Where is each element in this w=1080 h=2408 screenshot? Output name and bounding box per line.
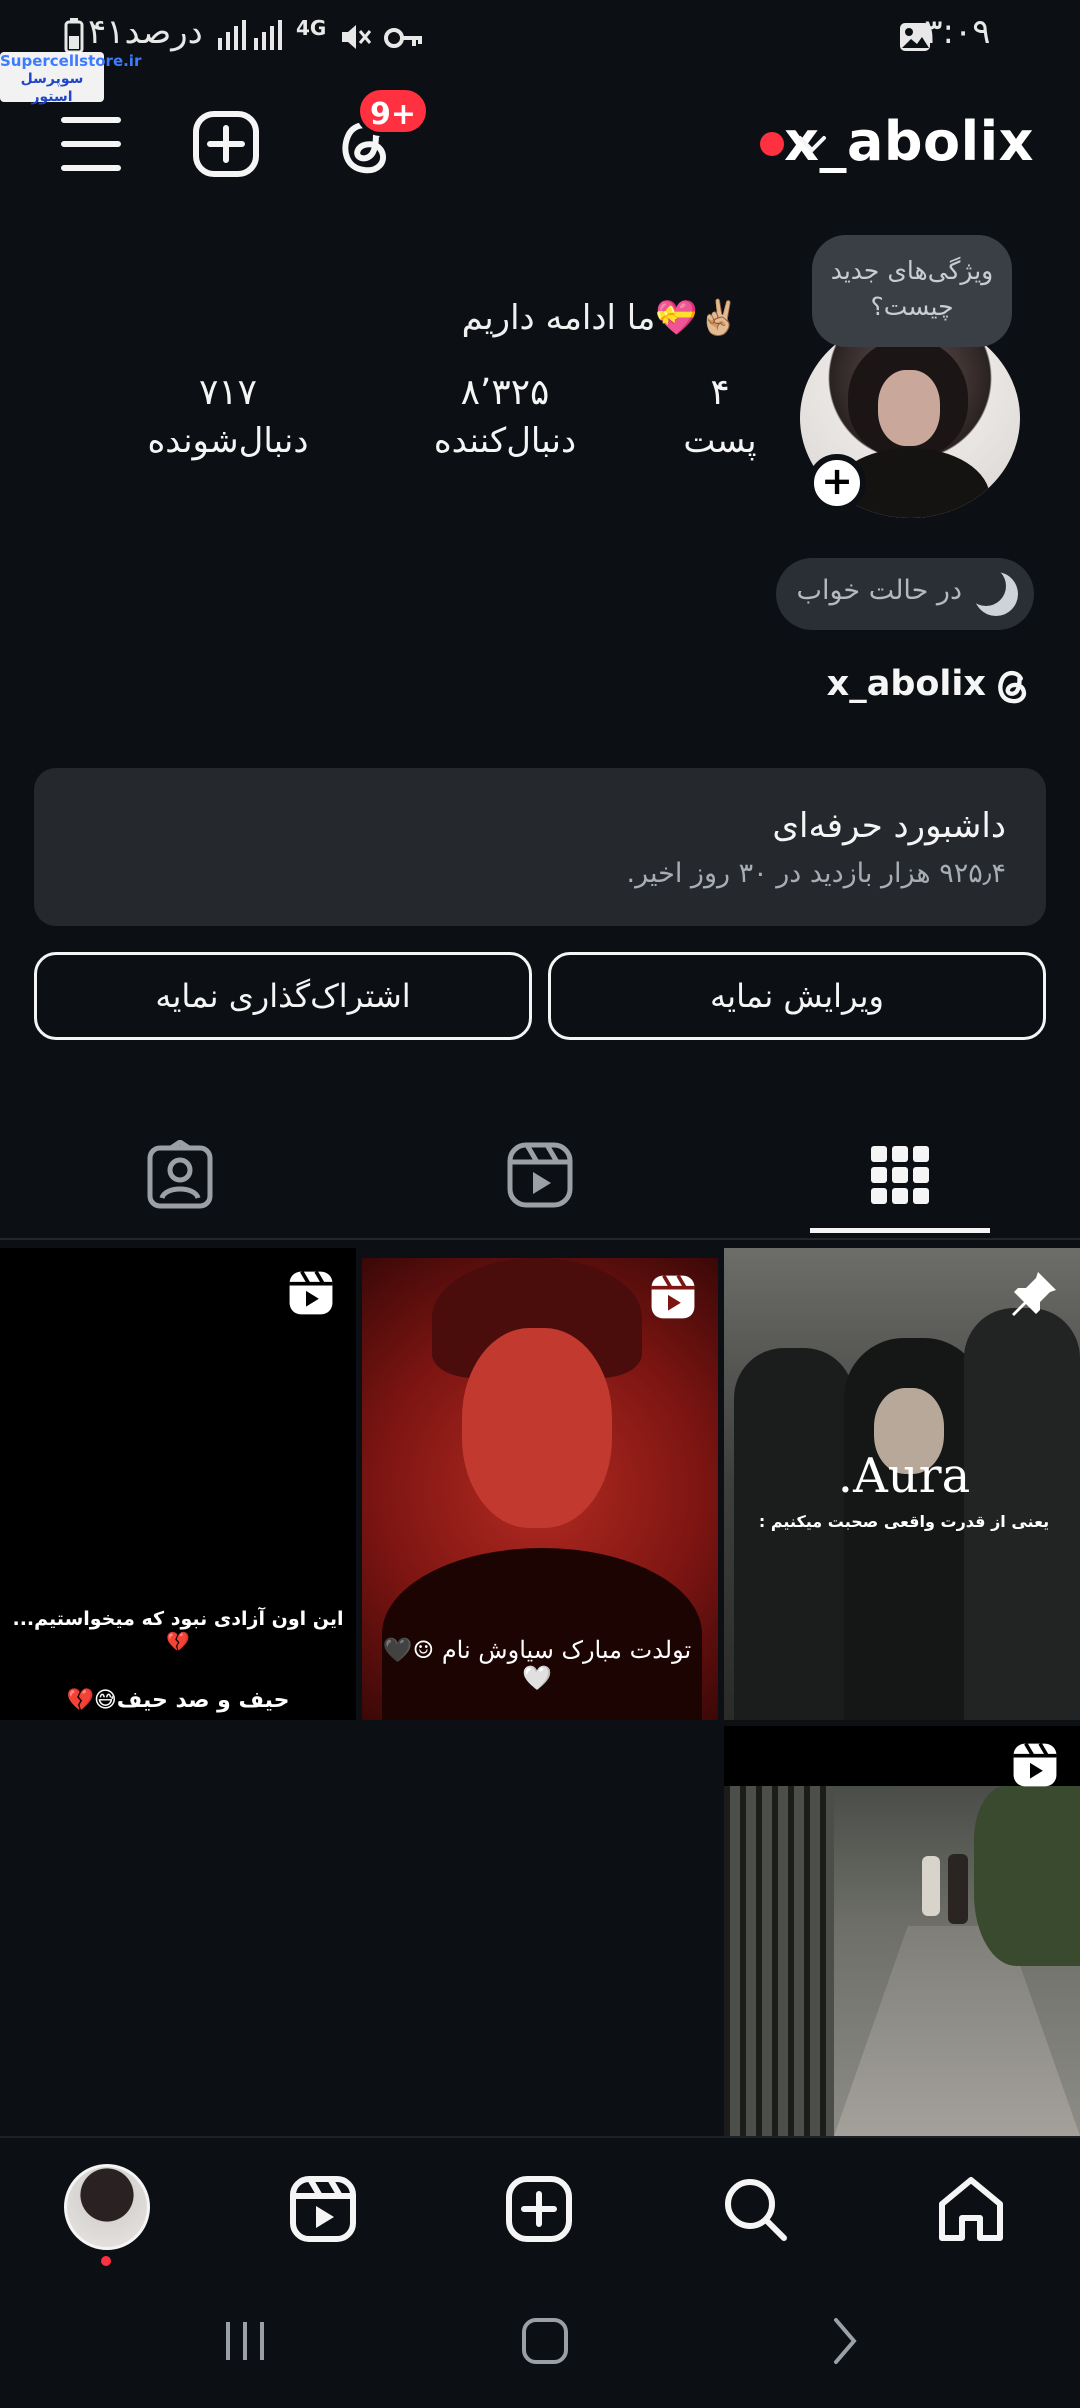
stat-followers-label: دنبال‌کننده (433, 421, 577, 461)
nav-search-icon[interactable] (720, 2174, 790, 2244)
watermark-line1: Supercellstore.ir (0, 52, 142, 70)
add-story-button[interactable]: + (808, 454, 866, 512)
post-caption-line1: این اون آزادی نبود که میخواستیم... 💔 (12, 1608, 344, 1653)
account-status-dot (760, 132, 784, 156)
post-caption-title: Aura. (837, 1448, 971, 1504)
vpn-key-icon (384, 28, 422, 48)
reel-icon (289, 1270, 333, 1315)
reel-icon (1013, 1742, 1057, 1787)
professional-dashboard[interactable]: داشبورد حرفه‌ای ۹۲۵٫۴ هزار بازدید در ۳۰ … (34, 768, 1046, 926)
stat-following-label: دنبال‌شونده (147, 421, 309, 461)
active-tab-indicator (810, 1228, 990, 1233)
post-caption-sub: یعنی از قدرت واقعی صحبت میکنیم : (758, 1512, 1050, 1531)
post-face (462, 1328, 612, 1528)
dashboard-subtitle: ۹۲۵٫۴ هزار بازدید در ۳۰ روز اخیر. (626, 858, 1006, 889)
new-features-tooltip[interactable]: ویژگی‌های جدید چیست؟ (812, 235, 1012, 347)
menu-icon[interactable] (60, 114, 122, 174)
bottom-nav (0, 2136, 1080, 2276)
post-caption: تولدت مبارک سیاوش نام ☺🖤🤍 (382, 1636, 692, 1692)
battery-percent: ۴۱درصد (88, 12, 203, 52)
post-birthday[interactable]: تولدت مبارک سیاوش نام ☺🖤🤍 (362, 1258, 718, 1720)
nav-profile-dot (101, 2256, 111, 2266)
stat-followers[interactable]: ۸٬۳۲۵ دنبال‌کننده (400, 372, 610, 461)
dashboard-title: داشبورد حرفه‌ای (772, 806, 1006, 846)
system-navigation-bar (0, 2276, 1080, 2408)
post-person (922, 1856, 940, 1916)
post-fence (724, 1786, 834, 2136)
create-icon[interactable] (192, 110, 260, 178)
share-profile-button[interactable]: اشتراک‌گذاری نمایه (34, 952, 532, 1040)
post-street[interactable] (724, 1726, 1080, 2136)
profile-note: ✌🏼💝ما ادامه داریم (461, 298, 740, 338)
chevron-down-icon[interactable] (794, 126, 830, 162)
moon-icon (966, 566, 1018, 616)
network-type: 4G (296, 16, 327, 40)
stat-posts[interactable]: ۴ پست (660, 372, 780, 461)
recent-apps-icon[interactable] (220, 2316, 270, 2366)
stat-following-value: ۷۱۷ (198, 372, 257, 413)
mute-icon (342, 25, 372, 49)
pin-icon (1012, 1272, 1056, 1316)
notification-badge: 9+ (356, 86, 431, 136)
post-shirt (382, 1548, 702, 1720)
stat-following[interactable]: ۷۱۷ دنبال‌شونده (128, 372, 328, 461)
status-pill[interactable]: در حالت خواب (776, 558, 1034, 630)
threads-handle[interactable]: x_abolix (827, 664, 986, 704)
reels-tab-icon[interactable] (505, 1140, 575, 1210)
back-icon[interactable] (820, 2316, 870, 2366)
post-text[interactable]: این اون آزادی نبود که میخواستیم... 💔 حیف… (0, 1248, 356, 1720)
post-figure (734, 1348, 854, 1720)
watermark-logo: Supercellstore.ir سوپرسل استور (0, 52, 142, 105)
avatar-face (878, 370, 940, 446)
stat-posts-value: ۴ (710, 372, 730, 413)
post-pinned[interactable]: Aura. یعنی از قدرت واقعی صحبت میکنیم : (724, 1248, 1080, 1720)
signal-icon (218, 20, 282, 50)
post-caption-line2: حیف و صد حیف😅💔 (66, 1688, 290, 1713)
grid-tab-icon[interactable] (865, 1140, 935, 1210)
post-trees (974, 1786, 1080, 1966)
nav-create-icon[interactable] (504, 2174, 574, 2244)
status-bar: ۰۳:۰۹ 4G ۴۱درصد (0, 0, 1080, 70)
post-person (948, 1854, 968, 1924)
tagged-tab-icon[interactable] (145, 1140, 215, 1210)
status-pill-label: در حالت خواب (796, 575, 962, 606)
gallery-notification-icon (900, 23, 930, 51)
edit-profile-button[interactable]: ویرایش نمایه (548, 952, 1046, 1040)
home-icon[interactable] (520, 2316, 570, 2366)
top-bar: x_abolix (0, 100, 1080, 190)
stat-posts-label: پست (683, 421, 757, 461)
nav-reels-icon[interactable] (288, 2174, 358, 2244)
battery-icon (64, 18, 84, 54)
threads-badge-icon[interactable] (992, 664, 1032, 708)
profile-tabs (0, 1110, 1080, 1240)
stat-followers-value: ۸٬۳۲۵ (460, 372, 550, 413)
nav-home-icon[interactable] (936, 2174, 1006, 2244)
reel-icon (651, 1274, 695, 1319)
nav-profile-avatar[interactable] (64, 2164, 150, 2250)
